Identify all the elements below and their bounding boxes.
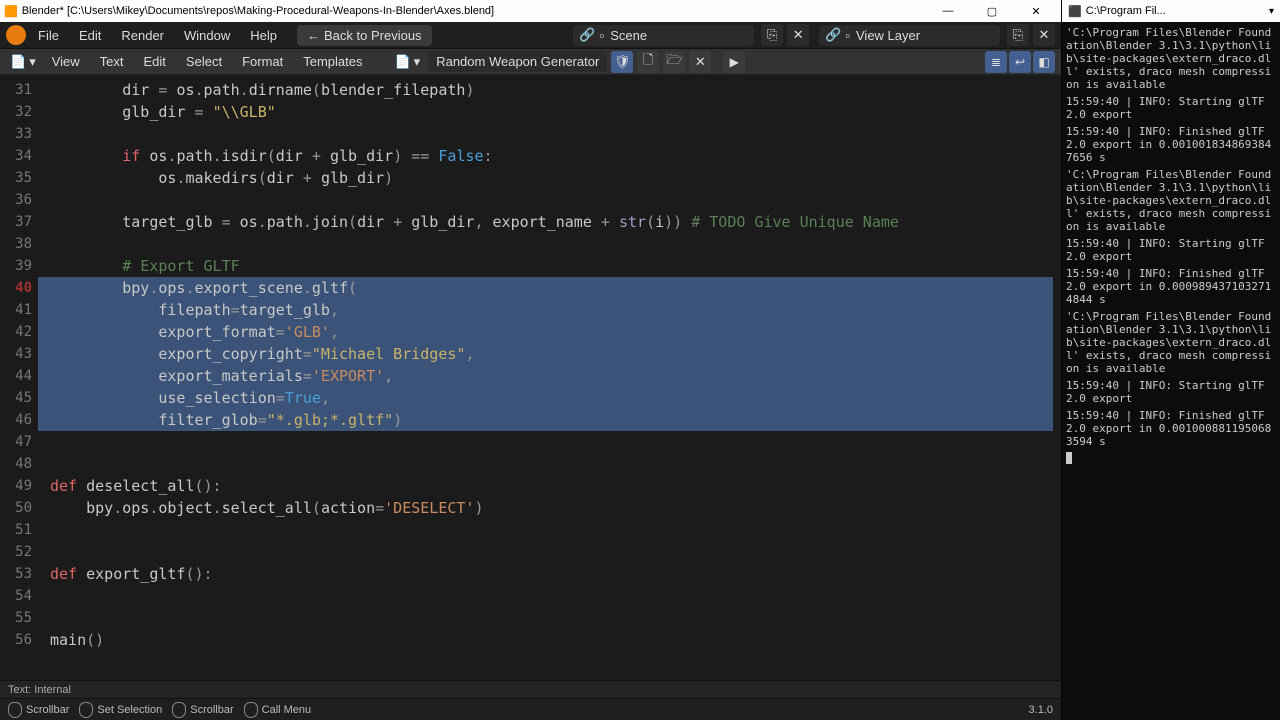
viewlayer-selector[interactable]: 🔗 ▫ xyxy=(819,25,1000,46)
status-hint-scrollbar-1: Scrollbar xyxy=(8,702,69,718)
te-menu-templates[interactable]: Templates xyxy=(295,51,370,72)
back-to-previous-button[interactable]: ← Back to Previous xyxy=(297,25,432,46)
register-shield-button[interactable]: 🛡 xyxy=(611,51,633,73)
window-minimize-button[interactable]: — xyxy=(927,1,969,21)
toggle-line-numbers[interactable]: ≣ xyxy=(985,51,1007,73)
back-arrow-icon: ← xyxy=(307,28,320,43)
window-maximize-button[interactable]: ▢ xyxy=(971,1,1013,21)
text-datablock-icon: 📄 xyxy=(394,54,410,70)
text-editor-footer: Text: Internal xyxy=(0,680,1061,698)
console-chevron-down-icon[interactable]: ▾ xyxy=(1269,6,1274,17)
code-scrollbar[interactable] xyxy=(1053,75,1061,680)
code-body[interactable]: dir = os.path.dirname(blender_filepath) … xyxy=(38,75,1061,680)
cmd-icon: ⬛ xyxy=(1068,5,1082,18)
layer-icon: ▫ xyxy=(845,28,850,43)
status-hint-callmenu: Call Menu xyxy=(244,702,312,718)
top-menubar: File Edit Render Window Help ← Back to P… xyxy=(0,22,1061,49)
te-menu-text[interactable]: Text xyxy=(92,51,132,72)
viewlayer-name-input[interactable] xyxy=(854,27,994,44)
blender-app-icon: 🟧 xyxy=(4,5,18,18)
console-titlebar: ⬛ C:\Program Fil... ▾ xyxy=(1062,0,1280,22)
delete-viewlayer-button[interactable]: ✕ xyxy=(1033,24,1055,46)
new-scene-button[interactable]: ⎘ xyxy=(761,24,783,46)
status-hint-scrollbar-2: Scrollbar xyxy=(172,702,233,718)
menu-render[interactable]: Render xyxy=(113,25,172,46)
text-internal-label: Text: Internal xyxy=(8,684,71,696)
te-menu-select[interactable]: Select xyxy=(178,51,230,72)
mouse-icon xyxy=(244,702,258,718)
open-text-button[interactable]: 🗁 xyxy=(663,51,685,73)
text-editor-header: 📄▾ View Text Edit Select Format Template… xyxy=(0,49,1061,75)
new-text-button[interactable]: 🗋 xyxy=(637,51,659,73)
scene-icon: ▫ xyxy=(600,28,605,43)
te-menu-view[interactable]: View xyxy=(44,51,88,72)
unlink-text-button[interactable]: ✕ xyxy=(689,51,711,73)
back-to-previous-label: Back to Previous xyxy=(324,28,422,43)
status-bar: Scrollbar Set Selection Scrollbar Call M… xyxy=(0,698,1061,720)
scene-selector[interactable]: 🔗 ▫ xyxy=(573,25,754,46)
blender-version-label: 3.1.0 xyxy=(1029,704,1053,716)
mouse-icon xyxy=(8,702,22,718)
menu-help[interactable]: Help xyxy=(242,25,285,46)
delete-scene-button[interactable]: ✕ xyxy=(787,24,809,46)
text-datablock-browse[interactable]: 📄▾ xyxy=(390,52,424,72)
menu-file[interactable]: File xyxy=(30,25,67,46)
window-title: Blender* [C:\Users\Mikey\Documents\repos… xyxy=(22,5,494,17)
toggle-syntax-highlight[interactable]: ◧ xyxy=(1033,51,1055,73)
editor-type-selector[interactable]: 📄▾ xyxy=(6,52,40,72)
toggle-word-wrap[interactable]: ↩ xyxy=(1009,51,1031,73)
scene-link-icon: 🔗 xyxy=(579,27,595,43)
scene-name-input[interactable] xyxy=(608,27,748,44)
text-editor-icon: 📄 xyxy=(10,54,26,70)
te-menu-format[interactable]: Format xyxy=(234,51,291,72)
new-viewlayer-button[interactable]: ⎘ xyxy=(1007,24,1029,46)
console-title: C:\Program Fil... xyxy=(1086,5,1166,17)
window-close-button[interactable]: ✕ xyxy=(1015,1,1057,21)
line-number-gutter: 3132333435363738394041424344454647484950… xyxy=(0,75,38,680)
blender-logo-icon xyxy=(6,25,26,45)
layer-link-icon: 🔗 xyxy=(825,27,841,43)
script-name-field[interactable]: Random Weapon Generator xyxy=(428,51,607,72)
status-hint-setselection: Set Selection xyxy=(79,702,162,718)
mouse-icon xyxy=(172,702,186,718)
console-output[interactable]: 'C:\Program Files\Blender Foundation\Ble… xyxy=(1062,22,1280,720)
menu-edit[interactable]: Edit xyxy=(71,25,109,46)
run-script-button[interactable]: ▶ xyxy=(723,51,745,73)
menu-window[interactable]: Window xyxy=(176,25,238,46)
mouse-icon xyxy=(79,702,93,718)
code-editor[interactable]: 3132333435363738394041424344454647484950… xyxy=(0,75,1061,680)
te-menu-edit[interactable]: Edit xyxy=(136,51,174,72)
window-titlebar: 🟧 Blender* [C:\Users\Mikey\Documents\rep… xyxy=(0,0,1061,22)
